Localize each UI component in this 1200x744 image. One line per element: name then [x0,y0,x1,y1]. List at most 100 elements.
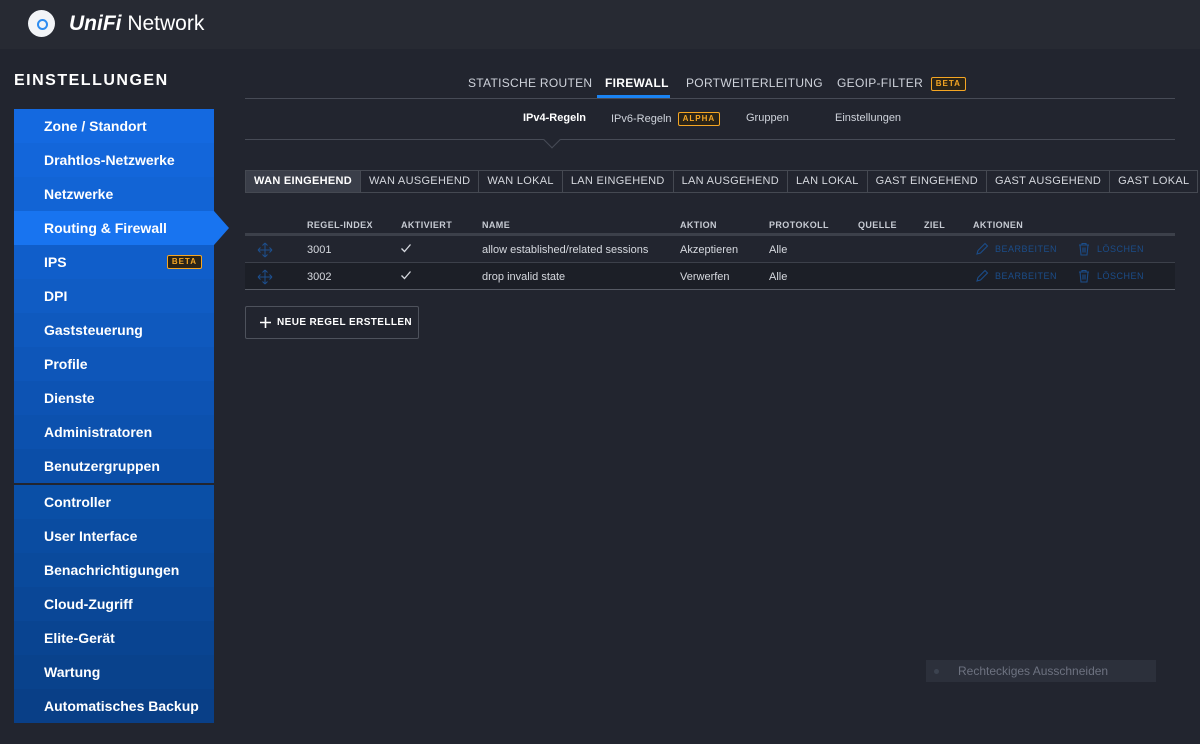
delete-rule-button[interactable]: LÖSCHEN [1097,244,1144,254]
sidebar-item-administratoren[interactable]: Administratoren [14,415,214,449]
sidebar-item-ips[interactable]: IPS BETA [14,245,214,279]
snip-label-text: Rechteckiges Ausschneiden [958,664,1109,678]
app-title: UniFi Network [69,12,205,35]
active-tab-indicator [597,95,670,98]
ruleset-lan-lokal[interactable]: LAN LOKAL [787,170,868,193]
col-actions: AKTIONEN [973,220,1024,230]
ruleset-lan-eingehend[interactable]: LAN EINGEHEND [561,170,674,193]
sidebar-item-cloud-zugriff[interactable]: Cloud-Zugriff [14,587,214,621]
pencil-icon[interactable] [975,242,989,256]
sidebar-nav-main: Zone / Standort Drahtlos-Netzwerke Netzwer… [14,109,214,483]
sidebar-item-controller[interactable]: Controller [14,485,214,519]
rule-protocol: Alle [769,271,788,283]
ruleset-wan-lokal[interactable]: WAN LOKAL [478,170,563,193]
sidebar-item-label: Controller [44,494,111,510]
subtab-settings[interactable]: Einstellungen [835,112,901,124]
drag-handle-icon[interactable] [257,269,273,285]
col-enabled: AKTIVIERT [401,220,453,230]
sidebar-item-label: Administratoren [44,424,153,440]
sidebar-item-label: Routing & Firewall [44,220,167,236]
tab-static-routes[interactable]: STATISCHE ROUTEN [468,76,592,90]
create-new-rule-button[interactable]: NEUE REGEL ERSTELLEN [245,306,419,339]
trash-icon[interactable] [1077,269,1091,283]
sidebar-item-wartung[interactable]: Wartung [14,655,214,689]
sidebar-title: EINSTELLUNGEN [14,72,169,89]
subtab-groups[interactable]: Gruppen [746,112,789,124]
sidebar-item-label: Cloud-Zugriff [44,596,133,612]
col-rule-index: REGEL-INDEX [307,220,373,230]
sidebar-item-label: Profile [44,356,88,372]
top-bar: UniFi Network [0,0,1200,49]
sidebar-item-label: IPS [44,254,67,270]
sidebar-item-label: Benachrichtigungen [44,562,180,578]
plus-icon [260,317,271,328]
create-new-rule-label: NEUE REGEL ERSTELLEN [277,317,413,328]
sidebar-item-benutzergruppen[interactable]: Benutzergruppen [14,449,214,483]
unifi-logo-icon[interactable] [28,10,55,37]
sidebar-item-user-interface[interactable]: User Interface [14,519,214,553]
sidebar-item-label: DPI [44,288,68,304]
table-header: REGEL-INDEX AKTIVIERT NAME AKTION PROTOK… [245,214,1175,236]
drag-handle-icon[interactable] [257,242,273,258]
ruleset-gast-eingehend[interactable]: GAST EINGEHEND [866,170,988,193]
firewall-subtabs: IPv4-Regeln IPv6-Regeln ALPHA Gruppen Ei… [245,110,1175,149]
rule-protocol: Alle [769,244,788,256]
col-protocol: PROTOKOLL [769,220,829,230]
col-action: AKTION [680,220,717,230]
sidebar-item-benachrichtigungen[interactable]: BenachrichtigungenBETA [14,553,214,612]
sidebar-item-automatisches-backup[interactable]: Automatisches Backup [14,689,214,723]
edit-rule-button[interactable]: BEARBEITEN [995,271,1057,281]
beta-badge: BETA [166,255,202,269]
tab-geoip-label: GEOIP-FILTER [837,76,924,90]
ruleset-wan-ausgehend[interactable]: WAN AUSGEHEND [360,170,480,193]
sidebar-nav-system: Controller User Interface Benachrichtigung… [14,485,214,723]
rule-name: drop invalid state [482,271,566,283]
beta-badge: BETA [930,77,966,91]
tab-port-forwarding[interactable]: PORTWEITERLEITUNG [686,76,823,90]
subtab-ipv4-rules[interactable]: IPv4-Regeln [523,112,586,124]
sidebar-item-label: User Interface [44,528,138,544]
snip-dot-icon [934,669,939,674]
sidebar-item-label: Netzwerke [44,186,114,202]
sidebar-item-label: Zone / Standort [44,118,147,134]
delete-rule-button[interactable]: LÖSCHEN [1097,271,1144,281]
trash-icon[interactable] [1077,242,1091,256]
edit-rule-button[interactable]: BEARBEITEN [995,244,1057,254]
table-row: 3001 allow established/related sessions Ak… [245,236,1175,263]
sidebar-item-label: Dienste [44,390,95,406]
tab-geoip-filter[interactable]: GEOIP-FILTER BETA [837,76,966,91]
table-row: 3002 drop invalid state Verwerfen Alle BEARB… [245,263,1175,290]
tab-firewall[interactable]: FIREWALL [605,76,669,90]
sidebar-item-profile[interactable]: Profile [14,347,214,381]
rule-index: 3001 [307,244,332,256]
subtab-ipv6-label: IPv6-Regeln [611,113,672,125]
ruleset-wan-eingehend[interactable]: WAN EINGEHEND [245,170,362,193]
sidebar-item-dpi[interactable]: DPI [14,279,214,313]
subtab-ipv6-rules[interactable]: IPv6-Regeln ALPHA [611,112,721,126]
pencil-icon[interactable] [975,269,989,283]
ruleset-lan-ausgehend[interactable]: LAN AUSGEHEND [672,170,789,193]
sidebar-item-drahtlos-netzwerke[interactable]: Drahtlos-Netzwerke [14,143,214,177]
ruleset-gast-lokal[interactable]: GAST LOKAL [1109,170,1199,193]
sidebar-item-elite-ger-t[interactable]: Elite-Gerät [14,621,214,655]
rule-index: 3002 [307,271,332,283]
sidebar-item-dienste[interactable]: Dienste [14,381,214,415]
sidebar-item-routing-firewall[interactable]: Routing & Firewall [14,211,214,245]
sidebar-item-gaststeuerung[interactable]: Gaststeuerung [14,313,214,347]
firewall-rules-table: REGEL-INDEX AKTIVIERT NAME AKTION PROTOK… [245,214,1175,290]
sidebar-item-label: Elite-Gerät [44,630,115,646]
check-icon [401,271,411,280]
rule-action: Verwerfen [680,271,730,283]
sidebar-item-label: Automatisches Backup [44,698,199,714]
alpha-badge: ALPHA [677,112,721,126]
col-destination: ZIEL [924,220,946,230]
ruleset-gast-ausgehend[interactable]: GAST AUSGEHEND [986,170,1111,193]
check-icon [401,244,411,253]
sidebar-item-label: Drahtlos-Netzwerke [44,152,175,168]
ruleset-selector: WAN EINGEHEND WAN AUSGEHEND WAN LOKAL LAN E… [245,170,1199,193]
rule-action: Akzeptieren [680,244,739,256]
sidebar-item-label: Benutzergruppen [44,458,160,474]
main-tabs: STATISCHE ROUTEN FIREWALL PORTWEITERLEIT… [245,72,1175,99]
sidebar-item-netzwerke[interactable]: Netzwerke [14,177,214,211]
sidebar-item-zone-standort[interactable]: Zone / Standort [14,109,214,143]
